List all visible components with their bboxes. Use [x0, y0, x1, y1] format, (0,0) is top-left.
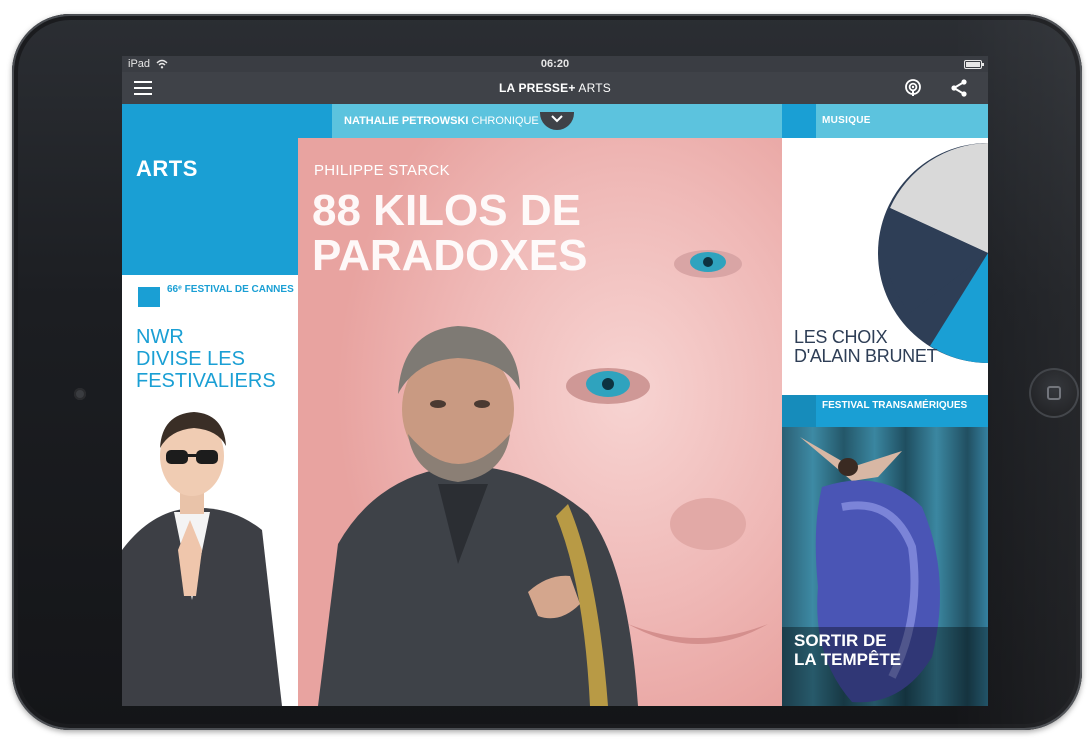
music-banner: MUSIQUE — [782, 104, 988, 138]
director-photo[interactable] — [122, 400, 298, 706]
nav-section: ARTS — [578, 81, 612, 95]
status-time: 06:20 — [540, 58, 570, 70]
status-bar: iPad 06:20 — [122, 56, 988, 72]
music-card[interactable]: MUSIQUE LES CHOIX D'ALAIN BRUNET — [782, 104, 988, 395]
center-column: NATHALIE PETROWSKI CHRONIQUE PHILIPPE ST… — [298, 104, 782, 706]
home-button-icon — [1047, 386, 1061, 400]
chronique-banner[interactable]: NATHALIE PETROWSKI CHRONIQUE — [298, 104, 782, 138]
arts-section-block[interactable]: ARTS — [122, 104, 298, 275]
chronique-marker — [298, 104, 332, 138]
chevron-down-icon — [551, 115, 563, 123]
main-article-headline[interactable]: 88 KILOS DE PARADOXES — [312, 188, 692, 278]
festival-banner: FESTIVAL TRANSAMÉRIQUES — [782, 395, 988, 427]
article-kicker: PHILIPPE STARCK — [314, 162, 450, 179]
music-label: MUSIQUE — [822, 115, 871, 126]
chronique-label: NATHALIE PETROWSKI CHRONIQUE — [344, 115, 539, 127]
columnist-name: NATHALIE PETROWSKI — [344, 115, 469, 127]
festival-transameriques-label: FESTIVAL TRANSAMÉRIQUES — [822, 400, 968, 411]
festival-article-headline[interactable]: SORTIR DE LA TEMPÊTE — [794, 631, 974, 669]
cannes-article-headline[interactable]: NWR DIVISE LES FESTIVALIERS — [136, 326, 296, 392]
podcast-icon[interactable] — [904, 79, 922, 97]
front-camera — [74, 388, 86, 400]
top-navbar: LA PRESSE+ ARTS — [122, 72, 988, 130]
nav-title: LA PRESSE+ ARTS — [122, 72, 988, 104]
battery-icon — [964, 60, 984, 69]
left-column: ARTS 66ᵉ FESTIVAL DE CANNES NWR DIVISE L… — [122, 104, 298, 706]
music-article-headline: LES CHOIX D'ALAIN BRUNET — [794, 327, 938, 366]
app-screen: iPad 06:20 LA PRESSE+ ARTS ARTS 66ᵉ FEST… — [122, 56, 988, 706]
festival-marker-right — [782, 395, 816, 427]
share-icon[interactable] — [950, 79, 968, 97]
right-column: MUSIQUE LES CHOIX D'ALAIN BRUNET FESTIVA… — [782, 104, 988, 706]
content-grid: ARTS 66ᵉ FESTIVAL DE CANNES NWR DIVISE L… — [122, 104, 988, 706]
home-button[interactable] — [1029, 368, 1079, 418]
music-marker — [782, 104, 816, 138]
column-type: CHRONIQUE — [471, 115, 539, 127]
section-title: ARTS — [136, 156, 198, 181]
festival-marker — [138, 287, 160, 307]
festival-label: 66ᵉ FESTIVAL DE CANNES — [167, 284, 294, 295]
brand-name: LA PRESSE+ — [498, 81, 576, 95]
